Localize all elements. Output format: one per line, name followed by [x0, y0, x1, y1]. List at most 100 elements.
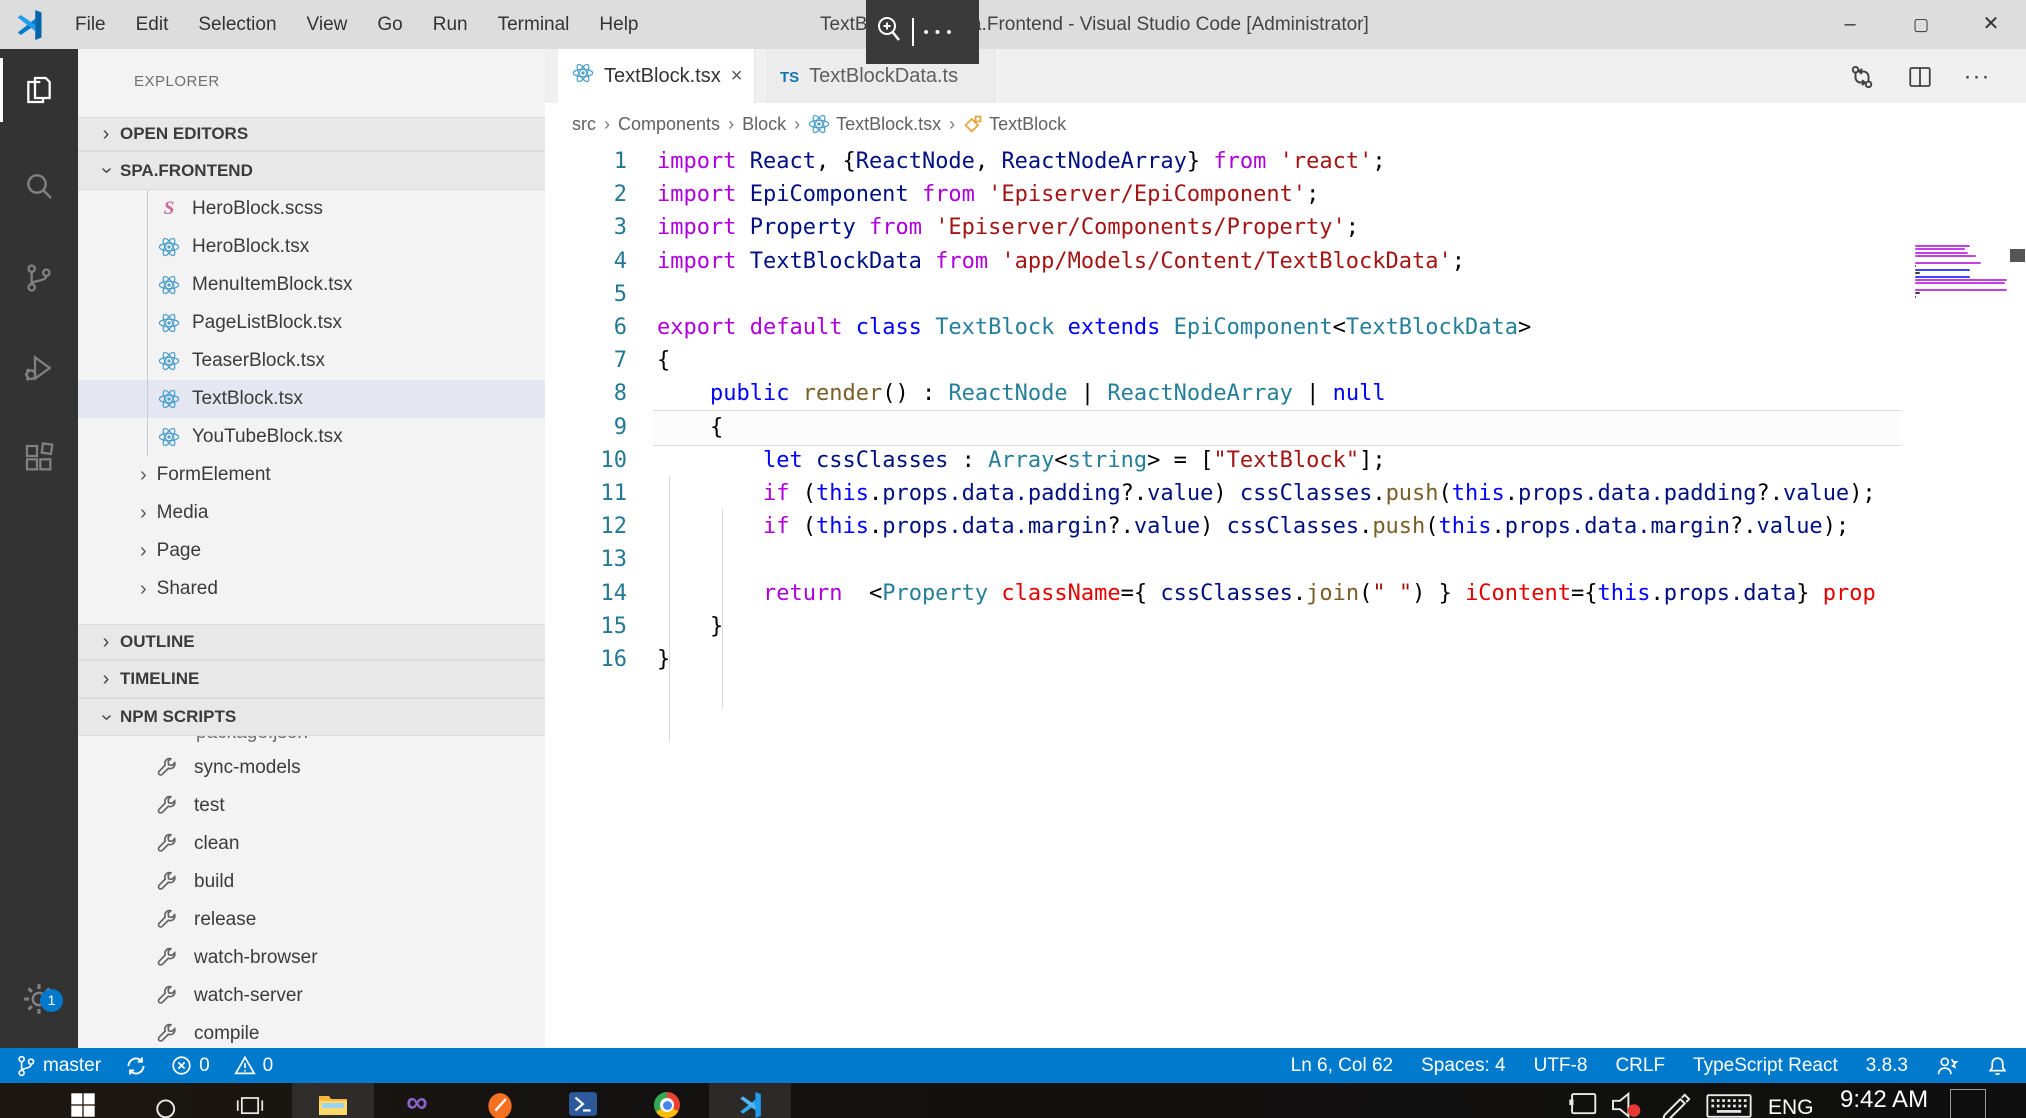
breadcrumb-item-TextBlock.tsx[interactable]: TextBlock.tsx	[808, 113, 941, 135]
code-line-1[interactable]: 1import React, {ReactNode, ReactNodeArra…	[545, 145, 2026, 178]
folder-item-media[interactable]: ›Media	[78, 494, 545, 532]
editor-more-actions-icon[interactable]: ···	[1960, 63, 1994, 91]
touch-keyboard-icon[interactable]	[1706, 1092, 1752, 1118]
show-desktop-button[interactable]	[1950, 1089, 1986, 1118]
file-item-TeaserBlock.tsx[interactable]: TeaserBlock.tsx	[78, 342, 545, 380]
code-line-14[interactable]: 14 return <Property className={ cssClass…	[545, 577, 2026, 610]
maximize-button[interactable]: ▢	[1886, 0, 1956, 49]
status-item-typescript-react[interactable]: TypeScript React	[1693, 1055, 1838, 1077]
magnifier-icon[interactable]	[874, 13, 904, 52]
open-changes-icon[interactable]	[1845, 63, 1879, 91]
status-item-ln-6-col-62[interactable]: Ln 6, Col 62	[1291, 1055, 1393, 1077]
section-outline[interactable]: ›OUTLINE	[78, 624, 545, 660]
tablet-mode-icon[interactable]	[1568, 1091, 1598, 1118]
code-line-6[interactable]: 6export default class TextBlock extends …	[545, 311, 2026, 344]
overlay-more-icon[interactable]: • • •	[924, 24, 953, 41]
menu-item-run[interactable]: Run	[418, 0, 483, 49]
file-item-MenuItemBlock.tsx[interactable]: MenuItemBlock.tsx	[78, 266, 545, 304]
status-item-3-8-3[interactable]: 3.8.3	[1866, 1055, 1908, 1077]
split-editor-icon[interactable]	[1903, 63, 1937, 91]
code-line-13[interactable]: 13	[545, 543, 2026, 576]
taskbar-search-icon[interactable]	[126, 1083, 208, 1118]
code-editor[interactable]: 1import React, {ReactNode, ReactNodeArra…	[545, 145, 2026, 1048]
breadcrumb-item-Components[interactable]: Components	[618, 114, 720, 135]
status-item-sync[interactable]	[125, 1055, 147, 1077]
menu-item-help[interactable]: Help	[584, 0, 653, 49]
manage-gear-icon[interactable]: 1	[0, 959, 78, 1039]
breadcrumb-item-src[interactable]: src	[572, 114, 596, 135]
taskbar-chrome-icon[interactable]	[626, 1083, 708, 1118]
npm-script-watch-browser[interactable]: watch-browser	[78, 939, 545, 977]
taskbar-powershell-icon[interactable]	[542, 1083, 624, 1118]
taskbar-visual-studio-icon[interactable]: ∞	[376, 1083, 458, 1118]
section-open-editors[interactable]: ›OPEN EDITORS	[78, 117, 545, 151]
menu-item-edit[interactable]: Edit	[121, 0, 184, 49]
npm-script-watch-server[interactable]: watch-server	[78, 977, 545, 1015]
section-workspace[interactable]: ›SPA.FRONTEND	[78, 151, 545, 190]
search-icon[interactable]	[0, 154, 78, 218]
file-item-HeroBlock.tsx[interactable]: HeroBlock.tsx	[78, 228, 545, 266]
npm-script-build[interactable]: build	[78, 863, 545, 901]
menu-item-file[interactable]: File	[60, 0, 121, 49]
npm-script-sync-models[interactable]: sync-models	[78, 749, 545, 787]
folder-item-shared[interactable]: ›Shared	[78, 570, 545, 608]
taskbar-task-view-icon[interactable]	[209, 1083, 291, 1118]
minimize-button[interactable]: –	[1815, 0, 1885, 49]
folder-item-formelement[interactable]: ›FormElement	[78, 456, 545, 494]
pen-icon[interactable]	[1660, 1090, 1692, 1118]
source-control-icon[interactable]	[0, 246, 78, 310]
code-line-15[interactable]: 15 }	[545, 610, 2026, 643]
status-item-utf-8[interactable]: UTF-8	[1534, 1055, 1588, 1077]
minimap[interactable]	[1915, 245, 2010, 299]
status-item-bell[interactable]	[1987, 1055, 2008, 1077]
code-line-16[interactable]: 16}	[545, 643, 2026, 676]
menu-item-selection[interactable]: Selection	[183, 0, 291, 49]
code-line-3[interactable]: 3import Property from 'Episerver/Compone…	[545, 211, 2026, 244]
npm-script-clean[interactable]: clean	[78, 825, 545, 863]
status-item-feedback[interactable]	[1936, 1055, 1959, 1077]
status-item-0[interactable]: 0	[171, 1055, 210, 1077]
file-item-YouTubeBlock.tsx[interactable]: YouTubeBlock.tsx	[78, 418, 545, 456]
menu-item-view[interactable]: View	[292, 0, 363, 49]
file-item-TextBlock.tsx[interactable]: TextBlock.tsx	[78, 380, 545, 418]
taskbar-vscode-icon[interactable]	[709, 1083, 791, 1118]
language-indicator[interactable]: ENG	[1768, 1096, 1814, 1118]
run-debug-icon[interactable]	[0, 336, 78, 400]
section-npm-scripts[interactable]: ›NPM SCRIPTS	[78, 698, 545, 736]
code-line-12[interactable]: 12 if (this.props.data.margin?.value) cs…	[545, 510, 2026, 543]
code-line-11[interactable]: 11 if (this.props.data.padding?.value) c…	[545, 477, 2026, 510]
code-line-8[interactable]: 8 public render() : ReactNode | ReactNod…	[545, 377, 2026, 410]
status-item-crlf[interactable]: CRLF	[1615, 1055, 1665, 1077]
code-line-4[interactable]: 4import TextBlockData from 'app/Models/C…	[545, 245, 2026, 278]
code-line-9[interactable]: 9 {	[545, 411, 2026, 444]
npm-script-test[interactable]: test	[78, 787, 545, 825]
taskbar-file-explorer-icon[interactable]	[292, 1083, 374, 1118]
section-timeline[interactable]: ›TIMELINE	[78, 660, 545, 698]
clock[interactable]: 9:42 AM	[1840, 1086, 1928, 1114]
file-item-HeroBlock.scss[interactable]: SHeroBlock.scss	[78, 190, 545, 228]
extensions-icon[interactable]	[0, 426, 78, 490]
code-line-5[interactable]: 5	[545, 278, 2026, 311]
code-line-10[interactable]: 10 let cssClasses : Array<string> = ["Te…	[545, 444, 2026, 477]
status-item-master[interactable]: master	[16, 1054, 101, 1078]
menu-item-go[interactable]: Go	[362, 0, 417, 49]
explorer-icon[interactable]	[0, 58, 78, 122]
breadcrumb-item-Block[interactable]: Block	[742, 114, 786, 135]
code-line-2[interactable]: 2import EpiComponent from 'Episerver/Epi…	[545, 178, 2026, 211]
scrollbar-handle[interactable]	[2010, 249, 2025, 262]
menu-item-terminal[interactable]: Terminal	[483, 0, 585, 49]
folder-item-page[interactable]: ›Page	[78, 532, 545, 570]
npm-script-release[interactable]: release	[78, 901, 545, 939]
volume-icon[interactable]	[1610, 1091, 1644, 1118]
taskbar-start-icon[interactable]	[42, 1083, 124, 1118]
file-item-PageListBlock.tsx[interactable]: PageListBlock.tsx	[78, 304, 545, 342]
taskbar-postman-icon[interactable]	[459, 1083, 541, 1118]
close-button[interactable]: ✕	[1956, 0, 2026, 49]
status-item-spaces-4[interactable]: Spaces: 4	[1421, 1055, 1506, 1077]
npm-script-compile[interactable]: compile	[78, 1015, 545, 1048]
npm-item-partial[interactable]: package.json	[78, 736, 545, 749]
code-line-7[interactable]: 7{	[545, 344, 2026, 377]
breadcrumb-item-TextBlock[interactable]: TextBlock	[963, 114, 1066, 135]
tab-TextBlock.tsx[interactable]: TextBlock.tsx×	[558, 49, 755, 103]
status-item-0[interactable]: 0	[234, 1055, 274, 1077]
